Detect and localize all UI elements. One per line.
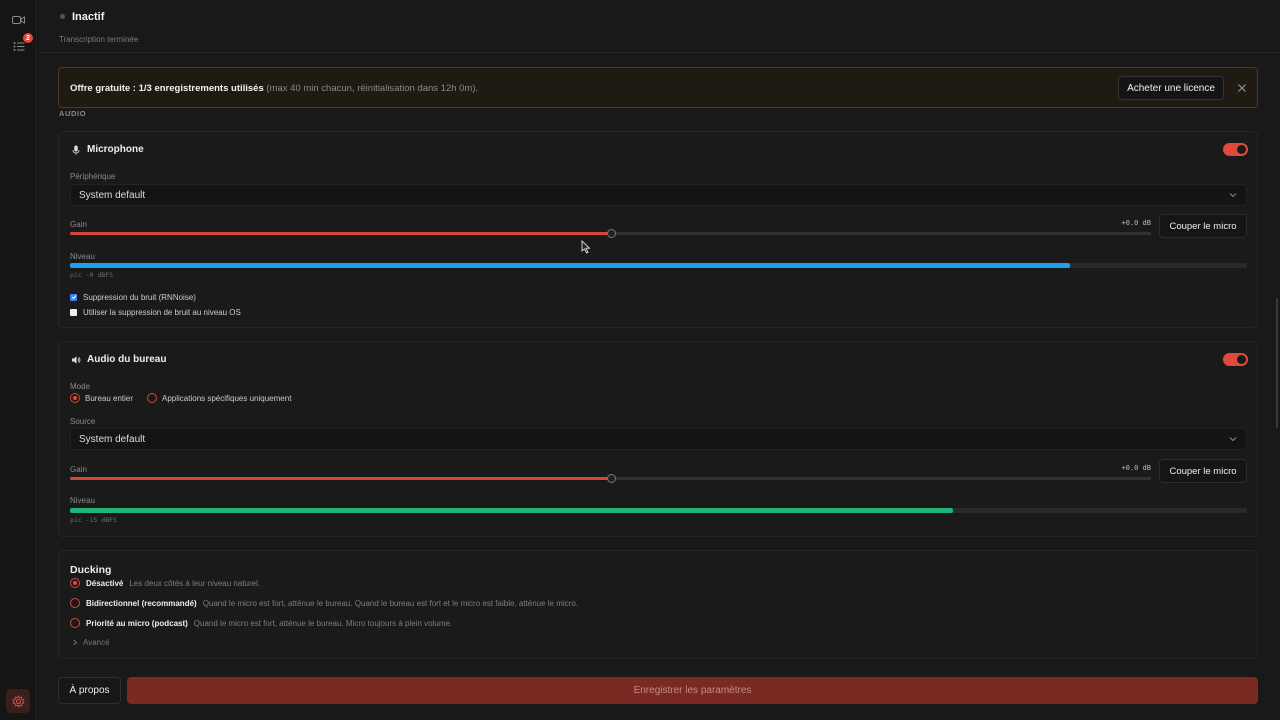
about-button[interactable]: À propos xyxy=(58,677,121,704)
mic-icon xyxy=(72,145,80,155)
mic-mute-button[interactable]: Couper le micro xyxy=(1159,214,1247,238)
ducking-radio-mic-priority[interactable] xyxy=(70,618,80,628)
mic-gain-label: Gain xyxy=(70,220,87,229)
buy-license-button[interactable]: Acheter une licence xyxy=(1118,76,1224,100)
os-noise-checkbox[interactable] xyxy=(70,308,77,316)
os-noise-label: Utiliser la suppression de bruit au nive… xyxy=(83,307,241,317)
banner-close-button[interactable] xyxy=(1233,79,1251,97)
status-title: Inactif xyxy=(72,11,105,23)
rnnoise-checkbox-row[interactable]: Suppression du bruit (RNNoise) xyxy=(70,291,196,303)
scrollbar[interactable] xyxy=(1276,298,1278,428)
gear-icon xyxy=(11,694,25,708)
desktop-gain-thumb[interactable] xyxy=(606,474,616,483)
ducking-option-bidirectional[interactable]: Bidirectionnel (recommandé) Quand le mic… xyxy=(70,598,578,608)
desktop-audio-card: Audio du bureau Mode Bureau entier Appli… xyxy=(58,341,1258,537)
desktop-level-meter xyxy=(70,508,1247,513)
status-subtitle: Transcription terminée xyxy=(59,35,139,44)
mic-peak-text: pic -0 dBFS xyxy=(70,271,114,279)
microphone-title: Microphone xyxy=(87,144,144,155)
settings-nav-button[interactable] xyxy=(6,689,30,713)
mic-gain-value: +0.0 dB xyxy=(1121,219,1151,227)
chevron-down-icon xyxy=(1229,437,1237,442)
device-select[interactable]: System default xyxy=(70,184,1247,206)
device-select-value: System default xyxy=(79,190,146,201)
record-nav-button[interactable] xyxy=(9,10,28,29)
mode-option-specific-apps[interactable]: Applications spécifiques uniquement xyxy=(147,393,291,403)
source-label: Source xyxy=(70,417,96,426)
ducking-option-bidirectional-desc: Quand le micro est fort, atténue le bure… xyxy=(202,598,578,608)
microphone-card: Microphone Périphérique System default G… xyxy=(58,131,1258,328)
desktop-audio-title: Audio du bureau xyxy=(87,354,167,365)
ducking-radio-off[interactable] xyxy=(70,578,80,588)
audio-section-label: AUDIO xyxy=(59,109,87,118)
ducking-option-mic-priority[interactable]: Priorité au micro (podcast) Quand le mic… xyxy=(70,618,452,628)
desktop-gain-slider[interactable] xyxy=(70,474,1151,483)
ducking-radio-bidirectional[interactable] xyxy=(70,598,80,608)
status-header: Inactif Transcription terminée xyxy=(38,0,1280,53)
banner-text: Offre gratuite : 1/3 enregistrements uti… xyxy=(70,83,478,94)
mode-radio-whole-desktop[interactable] xyxy=(70,393,80,403)
desktop-gain-fill xyxy=(70,477,611,480)
desktop-level-label: Niveau xyxy=(70,496,95,505)
desktop-level-fill xyxy=(70,508,953,513)
ducking-option-mic-priority-desc: Quand le micro est fort, atténue le bure… xyxy=(193,618,453,628)
source-select[interactable]: System default xyxy=(70,428,1247,450)
ducking-option-off-desc: Les deux côtés à leur niveau naturel. xyxy=(129,578,261,588)
mic-level-fill xyxy=(70,263,1071,268)
rnnoise-label: Suppression du bruit (RNNoise) xyxy=(83,292,196,302)
ducking-card: Ducking Désactivé Les deux côtés à leur … xyxy=(58,550,1258,659)
status-indicator xyxy=(60,14,65,19)
rnnoise-checkbox[interactable] xyxy=(70,293,77,301)
mode-option-whole-desktop[interactable]: Bureau entier xyxy=(70,393,133,403)
mode-radio-specific-apps[interactable] xyxy=(147,393,157,403)
os-noise-checkbox-row[interactable]: Utiliser la suppression de bruit au nive… xyxy=(70,306,241,318)
check-icon xyxy=(71,295,76,300)
mode-label-specific-apps: Applications spécifiques uniquement xyxy=(162,393,292,403)
camera-icon xyxy=(12,15,25,24)
ducking-option-mic-priority-name: Priorité au micro (podcast) xyxy=(86,618,188,628)
desktop-gain-value: +0.0 dB xyxy=(1121,464,1151,472)
device-label: Périphérique xyxy=(70,172,116,181)
mic-level-meter xyxy=(70,263,1247,268)
mic-gain-thumb[interactable] xyxy=(606,229,616,238)
mode-label-whole-desktop: Bureau entier xyxy=(85,393,134,403)
banner-bold-text: Offre gratuite : 1/3 enregistrements uti… xyxy=(70,83,264,94)
ducking-option-off-name: Désactivé xyxy=(86,578,124,588)
close-icon xyxy=(1238,84,1246,92)
list-icon xyxy=(13,42,24,51)
ducking-option-off[interactable]: Désactivé Les deux côtés à leur niveau n… xyxy=(70,578,260,588)
desktop-peak-text: pic -15 dBFS xyxy=(70,516,117,524)
save-settings-button[interactable]: Enregistrer les paramètres xyxy=(127,677,1258,704)
mode-label: Mode xyxy=(70,382,91,391)
desktop-gain-label: Gain xyxy=(70,465,87,474)
source-select-value: System default xyxy=(79,434,146,445)
ducking-option-bidirectional-name: Bidirectionnel (recommandé) xyxy=(86,598,197,608)
advanced-toggle[interactable]: Avancé xyxy=(72,638,110,647)
mic-gain-slider[interactable] xyxy=(70,229,1151,238)
mic-gain-fill xyxy=(70,232,611,235)
license-banner: Offre gratuite : 1/3 enregistrements uti… xyxy=(58,67,1258,108)
mic-level-label: Niveau xyxy=(70,252,95,261)
chevron-right-icon xyxy=(73,639,78,646)
main-panel: Inactif Transcription terminée Offre gra… xyxy=(38,0,1280,720)
speaker-icon xyxy=(72,356,81,364)
ducking-title: Ducking xyxy=(70,564,112,576)
desktop-audio-toggle[interactable] xyxy=(1223,353,1248,366)
desktop-mute-button[interactable]: Couper le micro xyxy=(1159,459,1247,483)
chevron-down-icon xyxy=(1229,193,1237,198)
microphone-toggle[interactable] xyxy=(1223,143,1248,156)
notification-badge: 2 xyxy=(23,33,33,43)
mouse-cursor-icon xyxy=(581,240,591,254)
left-rail: 2 xyxy=(0,0,37,720)
advanced-label: Avancé xyxy=(83,638,110,647)
banner-muted-text: (max 40 min chacun, réinitialisation dan… xyxy=(266,83,479,94)
